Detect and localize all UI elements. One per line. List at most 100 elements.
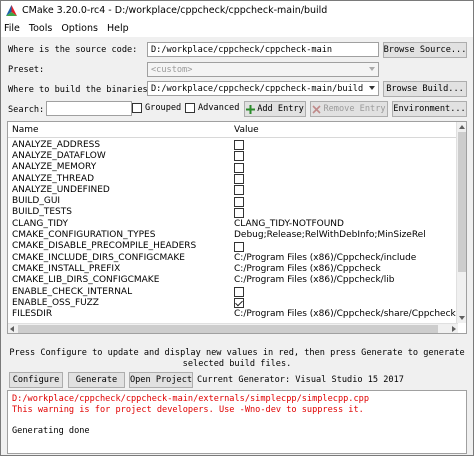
scroll-down-icon[interactable] — [459, 316, 465, 320]
table-row[interactable]: BUILD_TESTS — [8, 207, 458, 218]
add-entry-button[interactable]: Add Entry — [244, 101, 306, 117]
variable-name: BUILD_TESTS — [12, 207, 72, 218]
chevron-down-icon — [369, 67, 375, 71]
configure-button[interactable]: Configure — [9, 372, 63, 388]
variable-name: ENABLE_OSS_FUZZ — [12, 297, 99, 308]
variable-name: BUILD_GUI — [12, 196, 61, 207]
variable-value[interactable]: C:/Program Files (x86)/Cppcheck/share/Cp… — [234, 309, 456, 319]
vertical-scrollbar[interactable] — [456, 122, 466, 323]
grouped-checkbox[interactable]: Grouped — [132, 103, 181, 113]
instructions-line-2: selected build files. — [182, 359, 292, 369]
table-header: Name Value — [8, 122, 458, 138]
grouped-label: Grouped — [145, 103, 182, 113]
scroll-up-icon[interactable] — [459, 125, 465, 129]
variable-value-checkbox[interactable] — [234, 162, 244, 173]
table-row[interactable]: ANALYZE_THREAD — [8, 173, 458, 184]
variable-value-checkbox[interactable] — [234, 173, 244, 184]
browse-build-button[interactable]: Browse Build... — [383, 81, 467, 97]
window-title: CMake 3.20.0-rc4 - D:/workplace/cppcheck… — [22, 5, 328, 16]
remove-entry-label: Remove Entry — [323, 104, 386, 114]
table-row[interactable]: ANALYZE_ADDRESS — [8, 139, 458, 150]
variable-name: CLANG_TIDY — [12, 218, 68, 229]
column-header-value[interactable]: Value — [234, 125, 259, 135]
menu-help[interactable]: Help — [107, 23, 129, 34]
instructions-text: Press Configure to update and display ne… — [7, 348, 467, 370]
cache-variables-table[interactable]: Name Value ANALYZE_ADDRESS ANALYZE_DATAFL… — [7, 121, 467, 334]
variable-value[interactable]: C:/Program Files (x86)/Cppcheck/include — [234, 253, 416, 263]
menu-options[interactable]: Options — [61, 23, 98, 34]
source-label: Where is the source code: — [8, 45, 138, 55]
browse-source-button[interactable]: Browse Source... — [383, 42, 467, 58]
title-bar: CMake 3.20.0-rc4 - D:/workplace/cppcheck… — [1, 1, 473, 20]
remove-entry-button[interactable]: Remove Entry — [310, 101, 388, 117]
current-generator-text: Current Generator: Visual Studio 15 2017 — [197, 375, 404, 385]
variable-value-checkbox[interactable] — [234, 207, 244, 218]
advanced-checkbox[interactable]: Advanced — [185, 103, 239, 113]
log-line: Generating done — [12, 425, 90, 436]
table-row[interactable]: BUILD_GUI — [8, 196, 458, 207]
variable-value[interactable]: C:/Program Files (x86)/Cppcheck — [234, 264, 381, 274]
remove-icon — [312, 104, 322, 114]
output-log[interactable]: D:/workplace/cppcheck/cppcheck-main/exte… — [7, 390, 467, 454]
source-path-field[interactable]: D:/workplace/cppcheck/cppcheck-main — [147, 42, 379, 57]
variable-value-checkbox[interactable] — [234, 140, 244, 150]
variable-name: ENABLE_CHECK_INTERNAL — [12, 286, 133, 297]
advanced-checkbox-box[interactable] — [185, 103, 195, 113]
horizontal-scrollbar[interactable] — [8, 323, 458, 333]
variable-value-checkbox[interactable] — [234, 151, 244, 162]
variable-value-checkbox[interactable] — [234, 241, 244, 252]
source-path-value: D:/workplace/cppcheck/cppcheck-main — [151, 44, 333, 55]
environment-button[interactable]: Environment... — [392, 101, 467, 117]
menu-bar: File Tools Options Help — [1, 20, 473, 37]
menu-file[interactable]: File — [4, 23, 20, 34]
add-icon — [246, 104, 256, 114]
table-row[interactable]: ANALYZE_UNDEFINED — [8, 184, 458, 196]
table-row[interactable]: CMAKE_CONFIGURATION_TYPES Debug;Release;R… — [8, 229, 458, 240]
variable-value[interactable]: C:/Program Files (x86)/Cppcheck/lib — [234, 275, 394, 285]
build-label: Where to build the binaries: — [8, 85, 153, 95]
variable-name: CMAKE_INCLUDE_DIRS_CONFIGCMAKE — [12, 252, 185, 263]
preset-select[interactable]: <custom> — [147, 62, 379, 77]
table-row[interactable]: ENABLE_CHECK_INTERNAL — [8, 286, 458, 297]
column-header-name[interactable]: Name — [12, 125, 39, 135]
open-project-button[interactable]: Open Project — [129, 372, 193, 388]
variable-name: CMAKE_CONFIGURATION_TYPES — [12, 230, 156, 241]
chevron-down-icon — [369, 86, 375, 90]
variable-name: ANALYZE_ADDRESS — [12, 139, 101, 150]
search-input[interactable] — [46, 101, 132, 116]
menu-tools[interactable]: Tools — [29, 23, 52, 34]
table-row[interactable]: CMAKE_INCLUDE_DIRS_CONFIGCMAKE C:/Program… — [8, 252, 458, 263]
table-row[interactable]: ANALYZE_MEMORY — [8, 162, 458, 173]
table-row[interactable]: CMAKE_LIB_DIRS_CONFIGCMAKE C:/Program Fil… — [8, 275, 458, 286]
log-line: D:/workplace/cppcheck/cppcheck-main/exte… — [12, 394, 369, 404]
scroll-right-icon[interactable] — [452, 326, 456, 332]
table-row[interactable]: CLANG_TIDY CLANG_TIDY-NOTFOUND — [8, 218, 458, 229]
variable-value[interactable]: Debug;Release;RelWithDebInfo;MinSizeRel — [234, 230, 426, 240]
vertical-scroll-thumb[interactable] — [458, 132, 466, 272]
variable-name: ANALYZE_UNDEFINED — [12, 184, 110, 195]
variable-name: FILESDIR — [12, 309, 53, 320]
variable-name: ANALYZE_DATAFLOW — [12, 150, 106, 161]
variable-name: ANALYZE_MEMORY — [12, 162, 97, 173]
preset-value: <custom> — [151, 64, 193, 75]
variable-value-checkbox[interactable] — [234, 286, 244, 297]
grouped-checkbox-box[interactable] — [132, 103, 142, 113]
variable-name: CMAKE_INSTALL_PREFIX — [12, 263, 121, 274]
build-path-combo[interactable]: D:/workplace/cppcheck/cppcheck-main/buil… — [147, 81, 379, 96]
horizontal-scroll-thumb[interactable] — [18, 325, 438, 333]
variable-value-checkbox[interactable] — [234, 298, 244, 309]
variable-value[interactable]: CLANG_TIDY-NOTFOUND — [234, 219, 344, 229]
scroll-left-icon[interactable] — [10, 326, 14, 332]
generate-button[interactable]: Generate — [68, 372, 125, 388]
table-row[interactable]: CMAKE_DISABLE_PRECOMPILE_HEADERS — [8, 241, 458, 252]
variable-value-checkbox[interactable] — [234, 185, 244, 196]
advanced-label: Advanced — [198, 103, 240, 113]
table-row[interactable]: ENABLE_OSS_FUZZ — [8, 297, 458, 309]
table-row[interactable]: CMAKE_INSTALL_PREFIX C:/Program Files (x8… — [8, 263, 458, 274]
instructions-line-1: Press Configure to update and display ne… — [9, 348, 465, 358]
table-row[interactable]: ANALYZE_DATAFLOW — [8, 150, 458, 162]
log-line: This warning is for project developers. … — [12, 404, 364, 415]
build-path-value: D:/workplace/cppcheck/cppcheck-main/buil… — [151, 83, 364, 94]
table-row[interactable]: FILESDIR C:/Program Files (x86)/Cppcheck/… — [8, 309, 458, 320]
variable-value-checkbox[interactable] — [234, 196, 244, 207]
